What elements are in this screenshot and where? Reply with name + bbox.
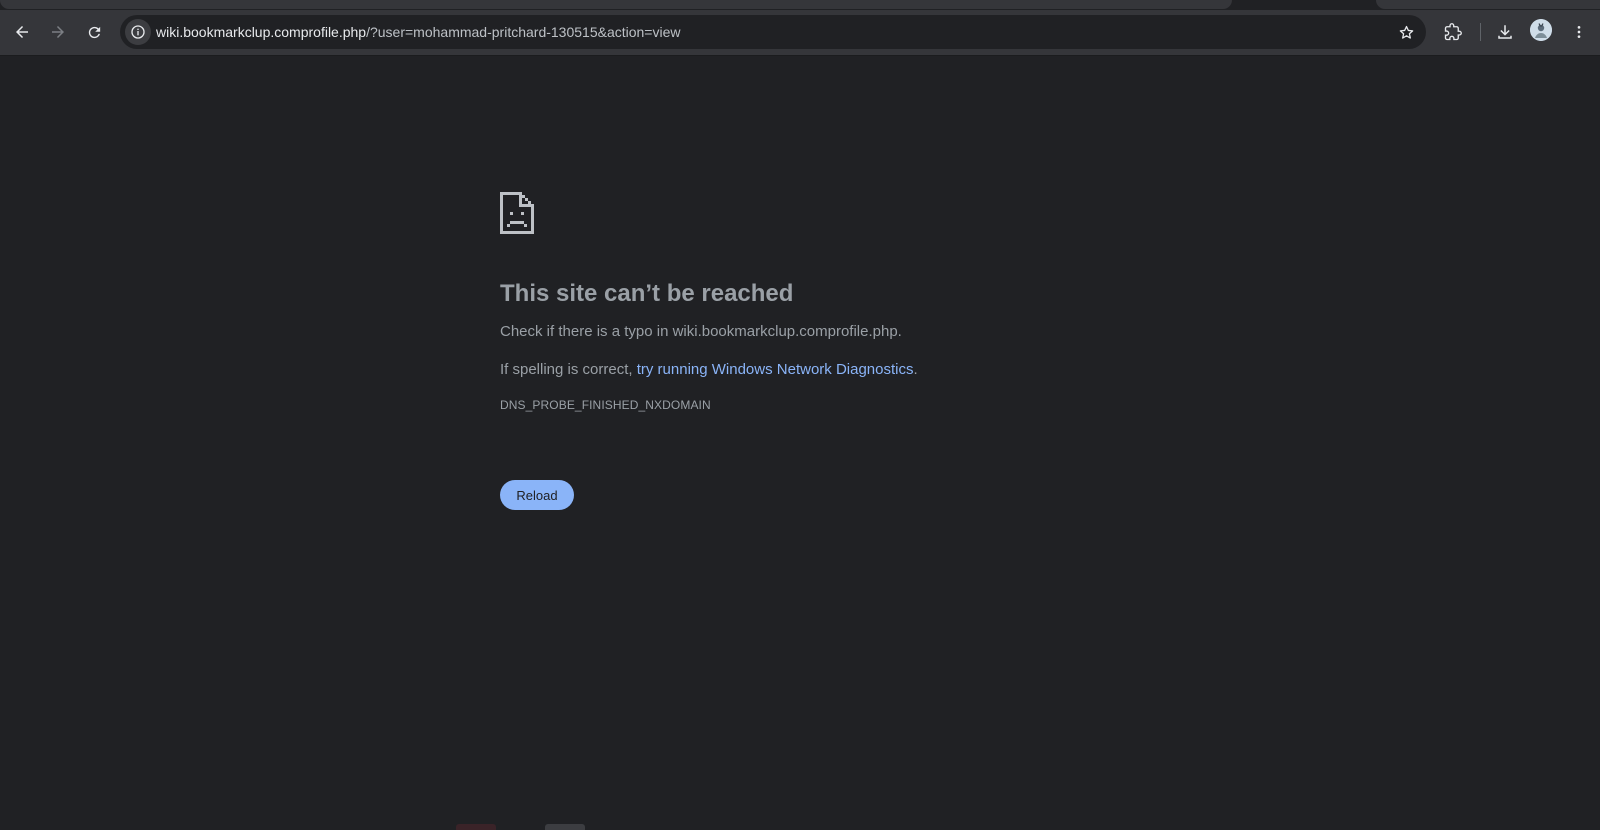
- bookmark-button[interactable]: [1394, 20, 1418, 44]
- error-content: This site can’t be reached Check if ther…: [500, 192, 1140, 412]
- diagnostics-link[interactable]: try running Windows Network Diagnostics: [637, 361, 914, 378]
- taskbar-item[interactable]: [456, 824, 496, 830]
- download-icon: [1498, 25, 1512, 39]
- typo-hint: Check if there is a typo in wiki.bookmar…: [500, 323, 902, 340]
- tab-strip-fragment-right[interactable]: [1376, 0, 1600, 9]
- url-host: wiki.bookmarkclup.comprofile.php: [156, 24, 367, 40]
- taskbar-item[interactable]: [545, 824, 585, 830]
- diagnostics-hint: If spelling is correct, try running Wind…: [500, 360, 1140, 380]
- toolbar-separator: [1480, 23, 1481, 41]
- diagnostics-prefix: If spelling is correct,: [500, 361, 637, 378]
- error-headline: This site can’t be reached: [500, 280, 794, 307]
- reload-toolbar-button[interactable]: [79, 17, 109, 47]
- more-menu-button[interactable]: [1564, 17, 1594, 47]
- url-text[interactable]: wiki.bookmarkclup.comprofile.php/?user=m…: [156, 24, 681, 40]
- extensions-button[interactable]: [1438, 17, 1468, 47]
- tab-strip: [0, 0, 1600, 10]
- sad-document-icon: [500, 192, 534, 234]
- forward-button[interactable]: [43, 17, 73, 47]
- forward-arrow-icon: [52, 26, 64, 38]
- more-vert-icon: [1577, 26, 1581, 38]
- error-code: DNS_PROBE_FINISHED_NXDOMAIN: [500, 398, 711, 412]
- browser-toolbar: wiki.bookmarkclup.comprofile.php/?user=m…: [0, 10, 1600, 56]
- back-button[interactable]: [7, 17, 37, 47]
- reload-button[interactable]: Reload: [500, 480, 574, 510]
- info-icon: [131, 25, 145, 39]
- tab-strip-fragment[interactable]: [0, 0, 1232, 9]
- reload-icon: [88, 26, 100, 38]
- taskbar-peek: [0, 822, 1600, 830]
- downloads-button[interactable]: [1490, 17, 1520, 47]
- address-bar[interactable]: wiki.bookmarkclup.comprofile.php/?user=m…: [120, 15, 1426, 49]
- avatar-image: [1530, 19, 1552, 41]
- diagnostics-suffix: .: [913, 361, 918, 378]
- extensions-icon: [1444, 23, 1462, 41]
- back-arrow-icon: [16, 26, 28, 38]
- star-icon: [1399, 25, 1413, 39]
- url-path: /?user=mohammad-pritchard-130515&action=…: [366, 24, 681, 40]
- site-info-button[interactable]: [125, 19, 151, 45]
- profile-avatar[interactable]: [1530, 19, 1552, 41]
